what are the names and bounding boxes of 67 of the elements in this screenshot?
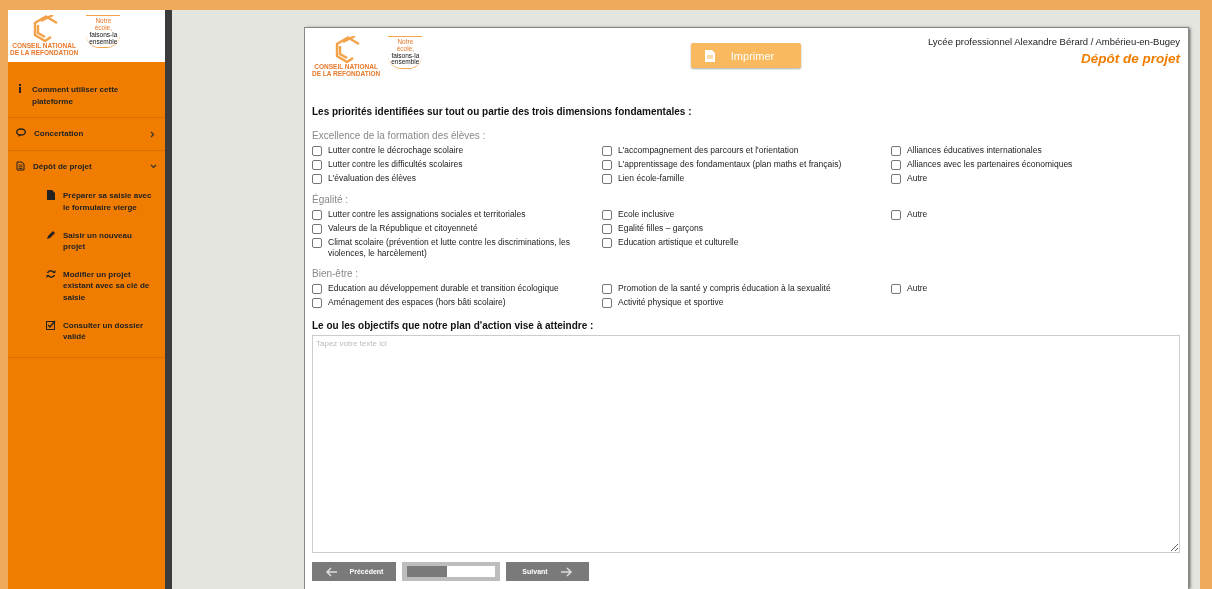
school-name: Lycée professionnel Alexandre Bérard / Ambérieu-en-Bugey — [926, 36, 1180, 48]
arrow-left-icon — [324, 566, 338, 577]
checkbox[interactable] — [891, 160, 901, 170]
checkbox-label: Education au développement durable et transition écologique — [328, 283, 559, 294]
checkbox[interactable] — [602, 174, 612, 184]
objectives-field[interactable]: Tapez votre texte ici — [312, 335, 1180, 554]
comment-icon — [16, 128, 26, 138]
checkbox-label: Autre — [907, 209, 928, 220]
checkbox[interactable] — [312, 174, 322, 184]
checkbox[interactable] — [312, 146, 322, 156]
checkbox-label: Aménagement des espaces (hors bâti scolaire) — [328, 297, 506, 308]
checkbox-label: L'accompagnement des parcours et l'orientation — [618, 145, 799, 156]
checkbox-label: Lutter contre les difficultés scolaires — [328, 159, 463, 170]
checkbox[interactable] — [602, 146, 612, 156]
checkbox-label: Alliances avec les partenaires économiques — [907, 159, 1073, 170]
checkbox[interactable] — [602, 238, 612, 248]
info-icon — [16, 84, 24, 93]
category-title: Excellence de la formation des élèves : — [312, 130, 487, 141]
checkbox[interactable] — [312, 238, 322, 248]
checkbox[interactable] — [602, 210, 612, 220]
pencil-icon — [46, 229, 56, 240]
checkbox[interactable] — [891, 174, 901, 184]
refresh-icon — [46, 268, 56, 279]
checkbox-label: Egalité filles – garçons — [618, 223, 704, 234]
checkbox[interactable] — [602, 160, 612, 170]
checkbox-label: Education artistique et culturelle — [618, 237, 739, 248]
submenu-item[interactable]: Consulter un dossier validé — [8, 311, 165, 351]
checkbox-label: Ecole inclusive — [618, 209, 675, 220]
checkbox-label: Autre — [907, 173, 928, 184]
document-icon — [16, 160, 25, 171]
checkbox-icon — [46, 319, 56, 330]
checkbox-label: Alliances éducatives internationales — [907, 145, 1042, 156]
checkbox[interactable] — [312, 298, 322, 309]
checkbox[interactable] — [312, 160, 322, 170]
checkbox[interactable] — [891, 146, 901, 156]
submenu-item[interactable]: Modifier un projet existant avec sa clé de saisie — [8, 260, 165, 312]
page-title: Dépôt de projet — [1081, 50, 1180, 66]
checkbox[interactable] — [602, 224, 612, 234]
checkbox-label: L'apprentissage des fondamentaux (plan maths et français) — [618, 159, 842, 170]
checkbox-label: Climat scolaire (prévention et lutte contre les discriminations, les violences, le harcèlement) — [328, 237, 571, 259]
checkbox[interactable] — [312, 224, 322, 234]
category-title: Égalité : — [312, 194, 350, 205]
file-icon — [46, 190, 56, 201]
checkbox-label: Lien école-famille — [618, 173, 685, 184]
category-title: Bien-être : — [312, 268, 360, 280]
menu-item[interactable]: Comment utiliser cette plateforme — [8, 62, 165, 119]
document-icon — [704, 49, 715, 62]
submenu-item[interactable]: Saisir un nouveau projet — [8, 221, 165, 261]
checkbox-label: Lutter contre les assignations sociales et territoriales — [328, 209, 526, 220]
field-label: Le ou les objectifs que notre plan d'action vise à atteindre : — [312, 320, 595, 332]
checkbox-label: Promotion de la santé y compris éducation à la sexualité — [618, 283, 831, 294]
checkbox-label: Valeurs de la République et citoyenneté — [328, 223, 478, 234]
menu-item[interactable]: Dépôt de projet — [8, 150, 165, 183]
checkbox-label: Activité physique et sportive — [618, 297, 724, 308]
checkbox[interactable] — [312, 284, 322, 295]
checkbox[interactable] — [891, 284, 901, 295]
checkbox[interactable] — [891, 210, 901, 220]
section-heading: Les priorités identifiées sur tout ou partie des trois dimensions fondamentales : — [312, 106, 693, 117]
checkbox-label: L'évaluation des élèves — [328, 173, 417, 184]
arrow-right-icon — [559, 566, 573, 577]
checkbox-label: Lutter contre le décrochage scolaire — [328, 145, 464, 156]
checkbox[interactable] — [312, 210, 322, 220]
menu-item[interactable]: Concertation — [8, 118, 165, 151]
submenu-item[interactable]: Préparer sa saisie avec le formulaire vierge — [8, 182, 165, 222]
checkbox[interactable] — [602, 284, 612, 295]
checkbox[interactable] — [602, 298, 612, 309]
checkbox-label: Autre — [907, 283, 928, 294]
